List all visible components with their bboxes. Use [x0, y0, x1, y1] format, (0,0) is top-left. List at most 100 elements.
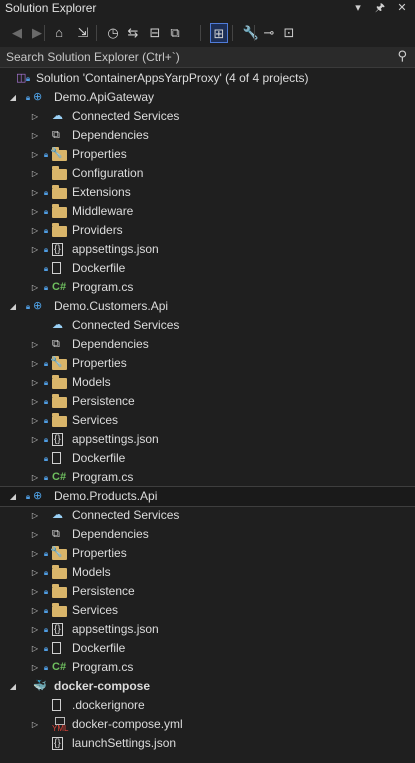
- expand-arrow-icon[interactable]: ▷: [30, 373, 40, 392]
- expand-arrow-icon[interactable]: ▷: [30, 620, 40, 639]
- toolbar: ◀ ▶ ⌂ ⇲ ◷ ⇆ ⊟ ⧉ ⊞ 🔧 ⊸ ⊡: [0, 20, 415, 46]
- filter-pending-changes-icon[interactable]: ⊞: [210, 23, 228, 43]
- tree-node[interactable]: ▷ 🔒︎ Services: [0, 601, 415, 620]
- tree-node[interactable]: ▷ ⧉ Dependencies: [0, 335, 415, 354]
- tree-node-root[interactable]: 🔒︎ ◫ Solution 'ContainerAppsYarpProxy' (4 …: [0, 69, 415, 88]
- history-icon[interactable]: ◷: [104, 23, 122, 43]
- switch-views-icon[interactable]: ⇲: [74, 23, 92, 43]
- tree-node-label: Dependencies: [72, 337, 149, 351]
- expand-arrow-icon[interactable]: ▷: [30, 563, 40, 582]
- expand-arrow-icon[interactable]: ▷: [30, 164, 40, 183]
- tree-node[interactable]: ▷ 🔒︎ Services: [0, 411, 415, 430]
- tree-node[interactable]: .dockerignore: [0, 696, 415, 715]
- json-file-icon: {}: [52, 243, 63, 256]
- properties-wrench-icon[interactable]: 🔧: [242, 23, 260, 43]
- tree-node-label: Program.cs: [72, 660, 134, 674]
- expand-arrow-icon[interactable]: ▷: [30, 240, 40, 259]
- tree-node-root[interactable]: ◢ 🔒︎ ⊕ Demo.Customers.Api: [0, 297, 415, 316]
- tree-node[interactable]: ▷ 🔒︎ Persistence: [0, 582, 415, 601]
- show-all-files-icon[interactable]: ⧉: [166, 23, 184, 43]
- tree-node-root[interactable]: ◢ 🐳 docker-compose: [0, 677, 415, 696]
- search-icon[interactable]: ⚲: [397, 48, 407, 64]
- tree-node[interactable]: ☁ Connected Services: [0, 316, 415, 335]
- collapse-arrow-icon[interactable]: ◢: [8, 297, 18, 316]
- tree-node[interactable]: ▷ Configuration: [0, 164, 415, 183]
- tree-node[interactable]: ▷ 🔒︎ Providers: [0, 221, 415, 240]
- tree-node[interactable]: ▷ 🔒︎ Dockerfile: [0, 639, 415, 658]
- tree-node-label: Dockerfile: [72, 451, 126, 465]
- tree-node[interactable]: ▷ 🔒︎{} appsettings.json: [0, 240, 415, 259]
- tree-node[interactable]: 🔒︎ Dockerfile: [0, 449, 415, 468]
- dependencies-icon: ⧉: [52, 338, 60, 350]
- expand-arrow-icon[interactable]: ▷: [30, 202, 40, 221]
- tree-node[interactable]: ▷ 🔒︎ C# Program.cs: [0, 278, 415, 297]
- tree-node[interactable]: ▷ ⧉ Dependencies: [0, 126, 415, 145]
- tree-node[interactable]: 🔒︎ Dockerfile: [0, 259, 415, 278]
- expand-arrow-icon[interactable]: ▷: [30, 582, 40, 601]
- tree-node-root[interactable]: ◢ 🔒︎ ⊕ Demo.Products.Api: [0, 486, 415, 507]
- expand-arrow-icon[interactable]: ▷: [30, 392, 40, 411]
- tree-node-root[interactable]: ◢ 🔒︎ ⊕ Demo.ApiGateway: [0, 88, 415, 107]
- expand-arrow-icon[interactable]: ▷: [30, 278, 40, 297]
- expand-arrow-icon[interactable]: ▷: [30, 354, 40, 373]
- collapse-all-icon[interactable]: ⊟: [146, 23, 164, 43]
- tree-node-label: Dockerfile: [72, 261, 126, 275]
- expand-arrow-icon[interactable]: ▷: [30, 126, 40, 145]
- folder-icon: [52, 204, 67, 218]
- tree-node[interactable]: ▷ 🔒︎ 🔧 Properties: [0, 145, 415, 164]
- tree-node-label: Dockerfile: [72, 641, 126, 655]
- close-icon[interactable]: ✕: [394, 0, 410, 16]
- tree-node[interactable]: ▷ 🔒︎ Models: [0, 373, 415, 392]
- expand-arrow-icon[interactable]: ▷: [30, 221, 40, 240]
- home-icon[interactable]: ⌂: [50, 23, 68, 43]
- expand-arrow-icon[interactable]: ▷: [30, 468, 40, 487]
- tree-node-label: Middleware: [72, 204, 134, 218]
- tree-node[interactable]: ▷ 🔒︎ Extensions: [0, 183, 415, 202]
- tree-node-label: Demo.Products.Api: [54, 489, 158, 503]
- tree-node-label: Program.cs: [72, 470, 134, 484]
- source-control-lock-icon: 🔒︎: [43, 150, 49, 159]
- expand-arrow-icon[interactable]: ▷: [30, 411, 40, 430]
- tree-node[interactable]: ▷ ☁ Connected Services: [0, 506, 415, 525]
- back-icon[interactable]: ◀: [8, 23, 26, 43]
- sync-icon[interactable]: ⇆: [124, 23, 142, 43]
- tree-node[interactable]: ▷ 🔒︎ Persistence: [0, 392, 415, 411]
- expand-arrow-icon[interactable]: ▷: [30, 145, 40, 164]
- tree-node-label: appsettings.json: [72, 432, 159, 446]
- preview-icon[interactable]: ⊸: [260, 23, 278, 43]
- expand-arrow-icon[interactable]: ▷: [30, 107, 40, 126]
- tree-node[interactable]: ▷ 🔒︎ C# Program.cs: [0, 468, 415, 487]
- tree-node[interactable]: ▷ ☁ Connected Services: [0, 107, 415, 126]
- tree-node[interactable]: ▷ ⧉ Dependencies: [0, 525, 415, 544]
- tree-node[interactable]: ▷ 🔒︎{} appsettings.json: [0, 430, 415, 449]
- search-input[interactable]: Search Solution Explorer (Ctrl+`): [6, 50, 180, 64]
- expand-arrow-icon[interactable]: ▷: [30, 601, 40, 620]
- tree-node-label: Configuration: [72, 166, 144, 180]
- collapse-arrow-icon[interactable]: ◢: [8, 487, 18, 506]
- expand-arrow-icon[interactable]: ▷: [30, 506, 40, 525]
- dropdown-chevron-icon[interactable]: ▾: [350, 0, 366, 16]
- tree-node[interactable]: ▷ 🔒︎{} appsettings.json: [0, 620, 415, 639]
- collapse-arrow-icon[interactable]: ◢: [8, 88, 18, 107]
- tree-node[interactable]: {} launchSettings.json: [0, 734, 415, 753]
- pin-icon[interactable]: 🖈: [372, 0, 388, 16]
- search-box[interactable]: Search Solution Explorer (Ctrl+`) ⚲: [0, 47, 415, 68]
- tree-node[interactable]: ▷ 🔒︎ C# Program.cs: [0, 658, 415, 677]
- tree-node[interactable]: ▷ 🔒︎ Models: [0, 563, 415, 582]
- expand-arrow-icon[interactable]: ▷: [30, 544, 40, 563]
- tree-node[interactable]: ▷ YML docker-compose.yml: [0, 715, 415, 734]
- expand-arrow-icon[interactable]: ▷: [30, 639, 40, 658]
- expand-arrow-icon[interactable]: ▷: [30, 335, 40, 354]
- source-control-lock-icon: 🔒︎: [43, 188, 49, 197]
- tree-node[interactable]: ▷ 🔒︎ Middleware: [0, 202, 415, 221]
- properties-folder-icon: 🔧: [50, 147, 67, 161]
- expand-arrow-icon[interactable]: ▷: [30, 525, 40, 544]
- collapse-arrow-icon[interactable]: ◢: [8, 677, 18, 696]
- expand-arrow-icon[interactable]: ▷: [30, 430, 40, 449]
- class-view-icon[interactable]: ⊡: [280, 23, 298, 43]
- expand-arrow-icon[interactable]: ▷: [30, 658, 40, 677]
- expand-arrow-icon[interactable]: ▷: [30, 715, 40, 734]
- expand-arrow-icon[interactable]: ▷: [30, 183, 40, 202]
- tree-node[interactable]: ▷ 🔒︎ 🔧 Properties: [0, 544, 415, 563]
- tree-node[interactable]: ▷ 🔒︎ 🔧 Properties: [0, 354, 415, 373]
